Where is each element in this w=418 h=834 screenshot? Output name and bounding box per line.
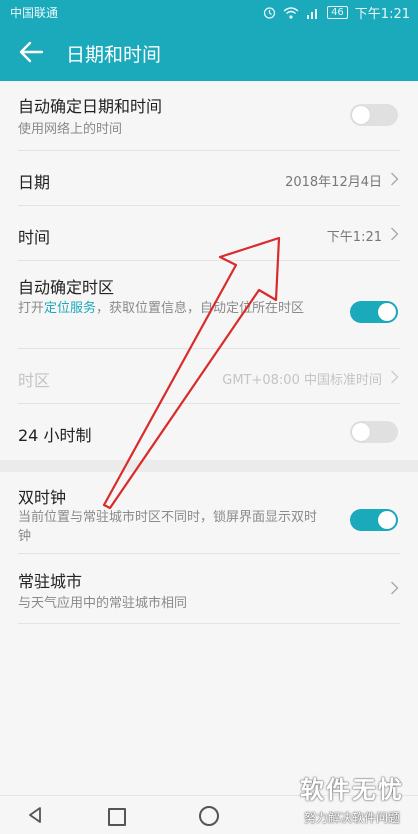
watermark-main: 软件无忧: [300, 776, 404, 804]
auto-timezone-sub-prefix: 打开: [18, 301, 45, 316]
dual-clock-row[interactable]: 双时钟 当前位置与常驻城市时区不同时，锁屏界面显示双时钟: [0, 472, 418, 554]
time-value: 下午1:21: [326, 230, 382, 245]
auto-timezone-label: 自动确定时区: [18, 278, 115, 297]
auto-datetime-sub: 使用网络上的时间: [18, 122, 123, 137]
wifi-icon: [283, 6, 299, 19]
toggle-knob: [352, 106, 370, 124]
nav-back-icon[interactable]: [28, 807, 42, 823]
auto-timezone-sub-suffix: ，获取位置信息，自动定位所在时区: [96, 301, 305, 316]
hour24-toggle[interactable]: [350, 421, 398, 443]
app-bar: 日期和时间: [0, 24, 418, 81]
home-city-sub: 与天气应用中的常驻城市相同: [18, 596, 188, 611]
battery-icon: 46: [327, 6, 348, 19]
status-icons: 46 下午1:21: [263, 3, 410, 22]
timezone-value: GMT+08:00 中国标准时间: [222, 373, 382, 388]
page-title: 日期和时间: [66, 44, 162, 66]
auto-datetime-label: 自动确定日期和时间: [18, 97, 163, 116]
watermark: 软件无忧 努力解决软件问题: [296, 770, 408, 826]
section-gap: [0, 460, 418, 472]
auto-timezone-toggle[interactable]: [350, 301, 398, 323]
date-row[interactable]: 日期 2018年12月4日: [0, 151, 418, 206]
location-service-link[interactable]: 定位服务: [44, 301, 96, 316]
toggle-knob: [352, 423, 370, 441]
hour24-label: 24 小时制: [18, 426, 92, 445]
home-city-label: 常驻城市: [18, 572, 83, 591]
home-city-row[interactable]: 常驻城市 与天气应用中的常驻城市相同: [0, 554, 418, 624]
nav-home-icon[interactable]: [199, 806, 219, 826]
signal-icon: [307, 8, 318, 19]
auto-datetime-row[interactable]: 自动确定日期和时间 使用网络上的时间: [0, 81, 418, 151]
chevron-right-icon: [391, 581, 399, 595]
chevron-right-icon: [391, 370, 399, 384]
timezone-label: 时区: [18, 371, 51, 390]
divider: [18, 623, 400, 624]
auto-datetime-toggle[interactable]: [350, 104, 398, 126]
timezone-row: 时区 GMT+08:00 中国标准时间: [0, 349, 418, 404]
carrier-name: 中国联通: [10, 6, 59, 20]
auto-timezone-sub: 打开定位服务，获取位置信息，自动定位所在时区: [18, 299, 328, 318]
dual-clock-toggle[interactable]: [350, 509, 398, 531]
status-bar: 中国联通 46 下午1:21: [0, 0, 418, 24]
date-value: 2018年12月4日: [285, 175, 382, 190]
toggle-knob: [378, 511, 396, 529]
time-label: 时间: [18, 228, 51, 247]
auto-timezone-row[interactable]: 自动确定时区 打开定位服务，获取位置信息，自动定位所在时区: [0, 261, 418, 349]
alarm-icon: [263, 7, 276, 19]
nav-recents-icon[interactable]: [108, 808, 126, 826]
chevron-right-icon: [391, 227, 399, 241]
dual-clock-sub: 当前位置与常驻城市时区不同时，锁屏界面显示双时钟: [18, 510, 318, 544]
arrow-left-icon[interactable]: [18, 40, 44, 64]
time-row[interactable]: 时间 下午1:21: [0, 206, 418, 261]
dual-clock-label: 双时钟: [18, 488, 67, 507]
battery-level: 46: [331, 7, 344, 18]
status-time: 下午1:21: [354, 7, 410, 22]
hour24-row[interactable]: 24 小时制: [0, 404, 418, 460]
toggle-knob: [378, 303, 396, 321]
date-label: 日期: [18, 173, 51, 192]
chevron-right-icon: [391, 172, 399, 186]
watermark-sub: 努力解决软件问题: [303, 811, 400, 825]
